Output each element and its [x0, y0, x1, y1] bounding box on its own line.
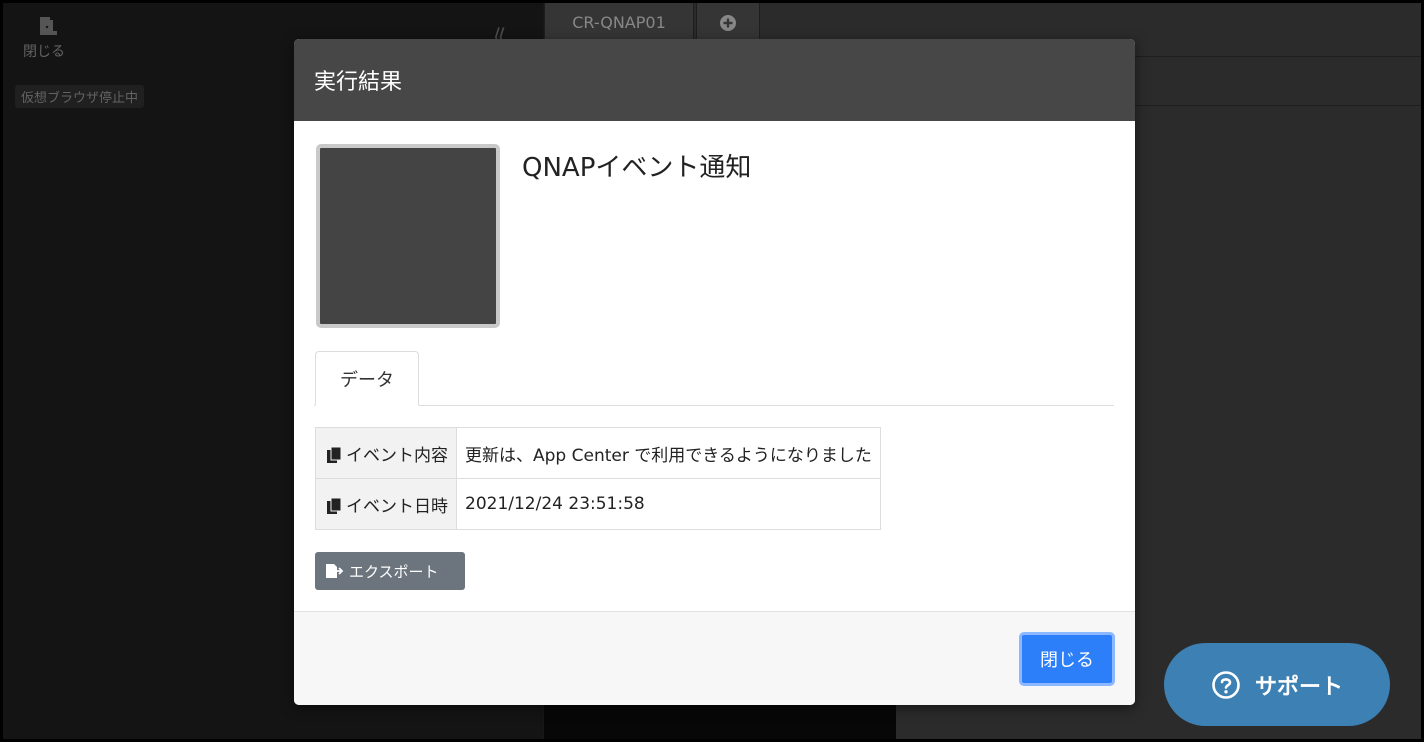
- event-content-key: イベント内容: [315, 427, 457, 479]
- row-key-label: イベント内容: [346, 445, 448, 466]
- copy-document-icon: [327, 446, 342, 463]
- event-datetime-key: イベント日時: [315, 478, 457, 530]
- event-content-value: 更新は、App Center で利用できるようになりました: [456, 427, 881, 479]
- app-frame: 閉じる 仮想ブラウザ停止中 ⟨⟨ CR-QNAP01 実行結果 QNAPイベント…: [0, 0, 1424, 742]
- export-button[interactable]: エクスポート: [315, 552, 465, 590]
- table-row: イベント日時 2021/12/24 23:51:58: [315, 478, 881, 530]
- item-title: QNAPイベント通知: [522, 153, 752, 183]
- item-thumbnail: [316, 144, 500, 328]
- tab-data[interactable]: データ: [315, 351, 419, 406]
- modal-footer: 閉じる: [294, 611, 1135, 705]
- tabs-divider: [314, 405, 1114, 406]
- event-info-table: イベント内容 更新は、App Center で利用できるようになりました イベン…: [315, 427, 881, 530]
- event-datetime-value: 2021/12/24 23:51:58: [456, 478, 881, 530]
- result-modal: 実行結果 QNAPイベント通知 データ イベント内容 更新は、App Cente…: [294, 39, 1135, 705]
- table-row: イベント内容 更新は、App Center で利用できるようになりました: [315, 427, 881, 479]
- file-export-icon: [326, 564, 344, 578]
- support-label: サポート: [1254, 674, 1343, 700]
- modal-header: 実行結果: [294, 39, 1135, 121]
- support-button[interactable]: サポート: [1164, 643, 1390, 726]
- export-button-label: エクスポート: [349, 562, 439, 581]
- row-key-label: イベント日時: [346, 496, 448, 517]
- modal-title: 実行結果: [314, 70, 403, 95]
- question-circle-icon: [1212, 670, 1240, 699]
- close-button[interactable]: 閉じる: [1019, 632, 1115, 686]
- copy-document-icon: [327, 497, 342, 514]
